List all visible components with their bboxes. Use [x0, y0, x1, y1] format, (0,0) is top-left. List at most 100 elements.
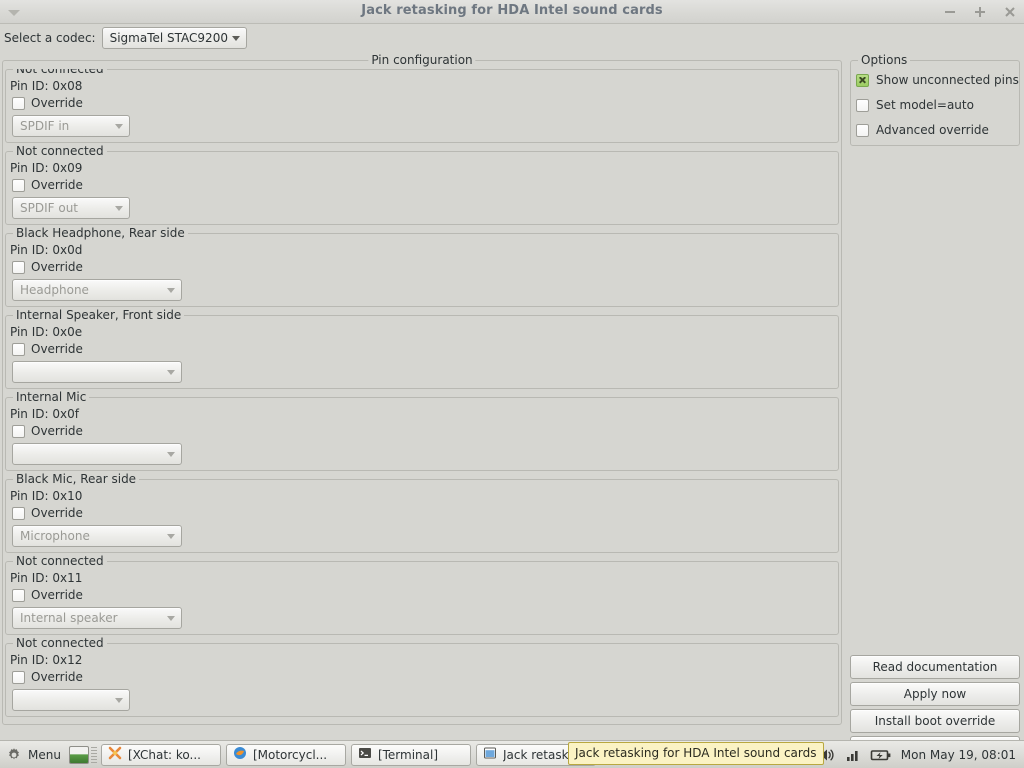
pin-group-label: Not connected	[13, 554, 107, 568]
chevron-down-icon	[167, 616, 175, 621]
override-row[interactable]: Override	[12, 342, 83, 356]
override-row[interactable]: Override	[12, 670, 83, 684]
chevron-down-icon	[167, 452, 175, 457]
checkbox-override[interactable]	[12, 588, 25, 602]
codec-label: Select a codec:	[4, 31, 96, 45]
option-label: Show unconnected pins	[876, 73, 1019, 87]
menu-label: Menu	[28, 747, 61, 762]
minimize-icon[interactable]	[942, 4, 958, 20]
pin-type-select[interactable]: Headphone	[12, 279, 182, 301]
window-icon	[483, 746, 497, 763]
checkbox-advanced-override[interactable]	[856, 123, 869, 137]
chevron-down-icon	[115, 124, 123, 129]
override-row[interactable]: Override	[12, 260, 83, 274]
pin-type-select[interactable]	[12, 361, 182, 383]
override-label: Override	[31, 588, 83, 602]
checkbox-override[interactable]	[12, 342, 25, 356]
pin-group: Internal Speaker, Front side Pin ID: 0x0e…	[5, 308, 839, 389]
apply-now-button[interactable]: Apply now	[850, 682, 1020, 706]
checkbox-override[interactable]	[12, 670, 25, 684]
taskbar-window-button[interactable]: [Motorcycl...	[225, 743, 346, 766]
pin-group: Not connected Pin ID: 0x08 Override SPDIF i…	[5, 69, 839, 143]
option-show-unconnected-pins[interactable]: Show unconnected pins	[856, 73, 1019, 87]
pin-group: Not connected Pin ID: 0x09 Override SPDIF o…	[5, 144, 839, 225]
window-controls	[942, 0, 1018, 24]
override-row[interactable]: Override	[12, 588, 83, 602]
taskbar-window-label: [Terminal]	[377, 747, 439, 762]
checkbox-override[interactable]	[12, 260, 25, 274]
pin-type-select[interactable]: Microphone	[12, 525, 182, 547]
pin-group: Black Headphone, Rear side Pin ID: 0x0d Ov…	[5, 226, 839, 307]
taskbar-window-label: [Motorcycl...	[252, 747, 328, 762]
options-label: Options	[858, 53, 911, 67]
pin-group-label: Not connected	[13, 69, 107, 76]
pin-group: Not connected Pin ID: 0x11 Override Interna…	[5, 554, 839, 635]
chevron-down-icon	[167, 534, 175, 539]
taskbar-grip[interactable]	[90, 746, 97, 763]
pin-group: Internal Mic Pin ID: 0x0f Override	[5, 390, 839, 471]
override-row[interactable]: Override	[12, 424, 83, 438]
pin-type-select[interactable]: SPDIF out	[12, 197, 130, 219]
pin-type-select[interactable]	[12, 689, 130, 711]
pin-type-select[interactable]: Internal speaker	[12, 607, 182, 629]
checkbox-override[interactable]	[12, 424, 25, 438]
pin-id-label: Pin ID: 0x08	[10, 79, 83, 93]
chevron-down-icon	[115, 206, 123, 211]
taskbar-window-label: Jack retask	[502, 747, 569, 762]
chevron-down-icon	[115, 698, 123, 703]
window-tooltip: Jack retasking for HDA Intel sound cards	[568, 742, 824, 765]
taskbar-window-button[interactable]: [XChat: ko...	[100, 743, 221, 766]
pin-group-list: Not connected Pin ID: 0x08 Override SPDIF i…	[5, 69, 839, 722]
pin-group: Not connected Pin ID: 0x12 Override	[5, 636, 839, 717]
signal-icon[interactable]	[845, 747, 861, 763]
override-row[interactable]: Override	[12, 96, 83, 110]
install-boot-override-button[interactable]: Install boot override	[850, 709, 1020, 733]
maximize-icon[interactable]	[972, 4, 988, 20]
taskbar-window-button[interactable]: [Terminal]	[350, 743, 471, 766]
clock: Mon May 19, 08:01	[900, 747, 1016, 762]
start-menu-button[interactable]: Menu	[0, 742, 69, 768]
codec-selected-value: SigmaTel STAC9200	[109, 31, 228, 45]
options-frame: Options Show unconnected pins Set model=…	[850, 53, 1020, 146]
checkbox-show-unconnected-pins[interactable]	[856, 73, 869, 87]
pin-type-select[interactable]	[12, 443, 182, 465]
pin-type-select[interactable]: SPDIF in	[12, 115, 130, 137]
pin-configuration-label: Pin configuration	[368, 53, 476, 67]
option-set-model-auto[interactable]: Set model=auto	[856, 98, 974, 112]
firefox-icon	[233, 746, 247, 763]
override-label: Override	[31, 506, 83, 520]
option-advanced-override[interactable]: Advanced override	[856, 123, 989, 137]
system-tray: Mon May 19, 08:01	[818, 747, 1024, 763]
close-icon[interactable]	[1002, 4, 1018, 20]
pin-type-value: SPDIF in	[20, 119, 70, 133]
taskbar-window-label: [XChat: ko...	[127, 747, 201, 762]
checkbox-override[interactable]	[12, 506, 25, 520]
pin-id-label: Pin ID: 0x12	[10, 653, 83, 667]
pin-group-label: Not connected	[13, 636, 107, 650]
window-title: Jack retasking for HDA Intel sound cards	[361, 3, 663, 18]
codec-select[interactable]: SigmaTel STAC9200	[101, 27, 247, 49]
terminal-icon	[358, 746, 372, 763]
chevron-down-icon	[167, 370, 175, 375]
pin-id-label: Pin ID: 0x10	[10, 489, 83, 503]
checkbox-override[interactable]	[12, 96, 25, 110]
option-label: Advanced override	[876, 123, 989, 137]
pin-id-label: Pin ID: 0x09	[10, 161, 83, 175]
codec-selector-row: Select a codec: SigmaTel STAC9200	[4, 26, 247, 50]
override-row[interactable]: Override	[12, 178, 83, 192]
override-label: Override	[31, 178, 83, 192]
checkbox-set-model-auto[interactable]	[856, 98, 869, 112]
pin-id-label: Pin ID: 0x0f	[10, 407, 79, 421]
pin-type-value: Microphone	[20, 529, 90, 543]
read-documentation-button[interactable]: Read documentation	[850, 655, 1020, 679]
xchat-icon	[108, 746, 122, 763]
pin-configuration-frame: Pin configuration Not connected Pin ID: 0…	[2, 53, 842, 725]
checkbox-override[interactable]	[12, 178, 25, 192]
pin-type-value: Headphone	[20, 283, 89, 297]
show-desktop-icon[interactable]	[68, 745, 89, 764]
override-row[interactable]: Override	[12, 506, 83, 520]
pin-group-label: Black Headphone, Rear side	[13, 226, 188, 240]
pin-type-value: SPDIF out	[20, 201, 79, 215]
option-label: Set model=auto	[876, 98, 974, 112]
battery-charging-icon[interactable]	[870, 747, 892, 763]
